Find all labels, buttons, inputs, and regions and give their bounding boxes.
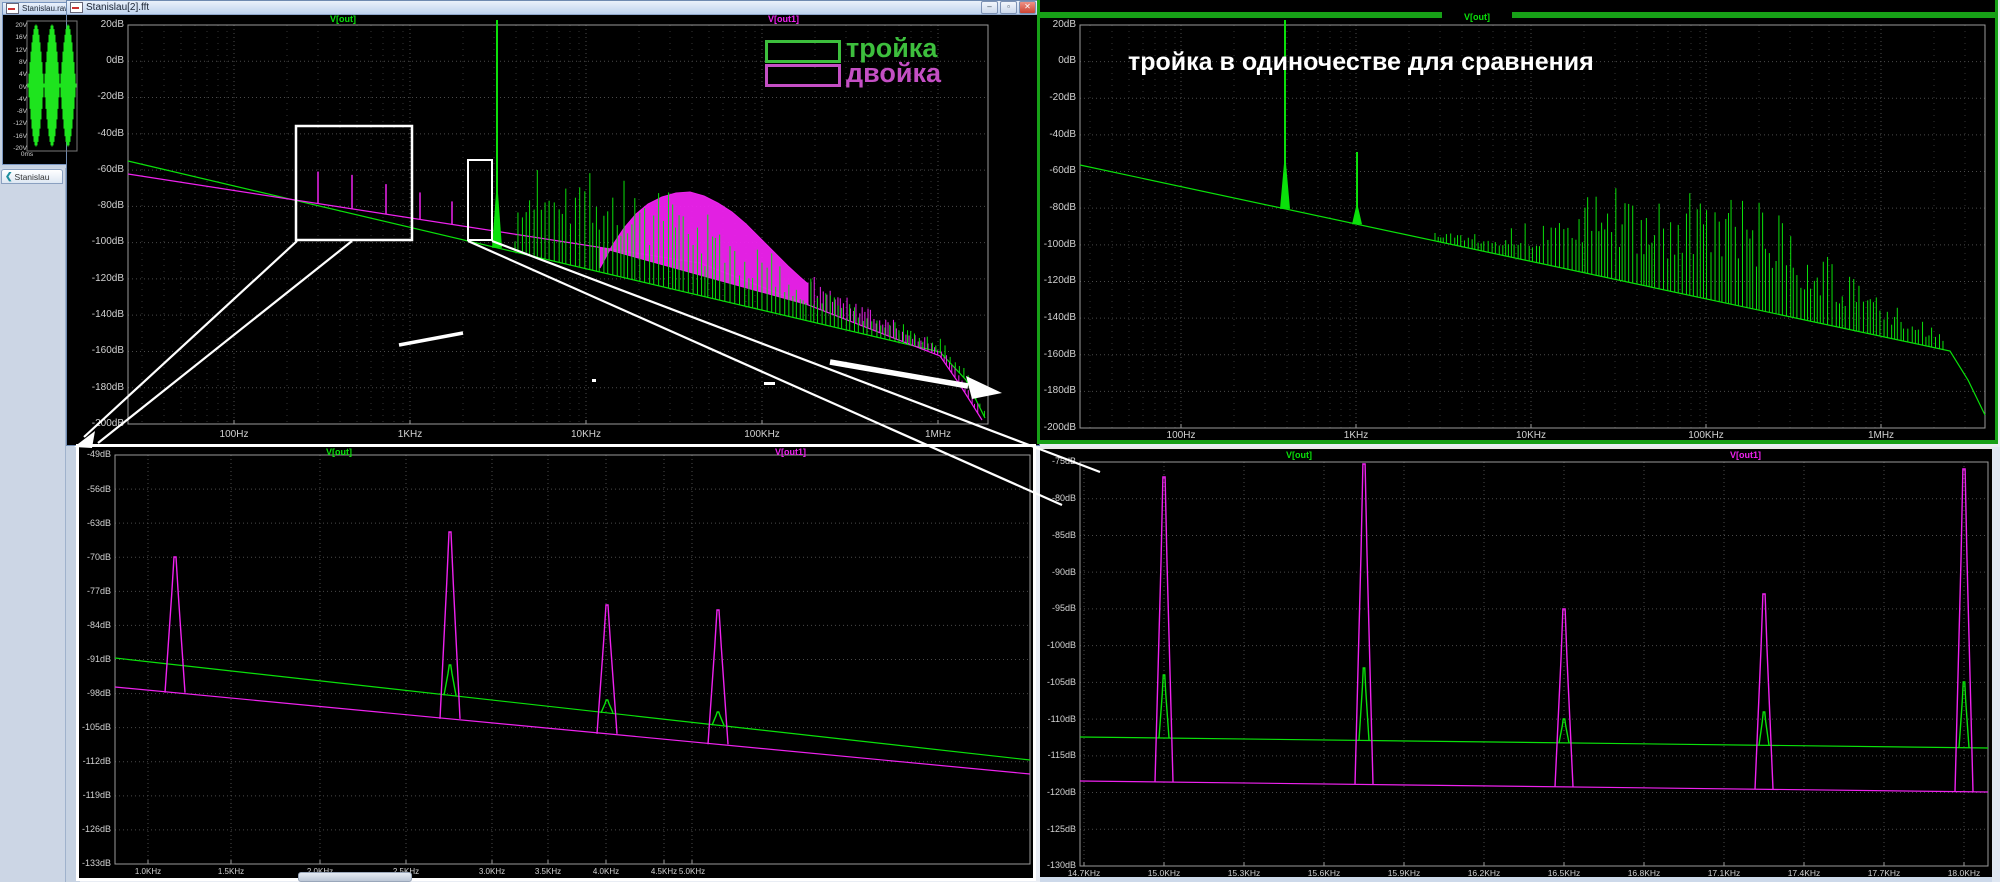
zoom-low-trace1-label: V[out]	[326, 447, 352, 457]
troika-plot-area[interactable]	[1080, 25, 1985, 428]
zoom-low-plot-area[interactable]	[115, 455, 1030, 864]
troika-trace1-label: V[out]	[1464, 12, 1490, 22]
close-button[interactable]: ✕	[1019, 1, 1036, 14]
zoom-low-trace2-label: V[out1]	[775, 447, 806, 457]
waveform-window-title: Stanislau.raw	[22, 4, 71, 13]
chevron-left-icon: ❮	[5, 171, 13, 181]
app-icon	[70, 2, 83, 13]
maximize-button[interactable]: ▫	[1000, 1, 1017, 14]
main-trace2-label: V[out1]	[768, 14, 799, 24]
app-icon	[6, 3, 19, 14]
side-panel-tab[interactable]: ❮ Stanislau	[1, 169, 63, 184]
troika-annotation: тройка в одиночестве для сравнения	[1128, 48, 1594, 76]
minimize-button[interactable]: –	[981, 1, 998, 14]
horizontal-scrollbar-thumb[interactable]	[298, 872, 412, 882]
main-trace1-label: V[out]	[330, 14, 356, 24]
side-panel-tab-label: Stanislau	[14, 171, 50, 182]
fft-window-title: Stanislau[2].fft	[86, 2, 150, 13]
legend-swatch-troika	[765, 40, 841, 63]
legend-swatch-dvoika	[765, 64, 841, 87]
side-panel	[0, 168, 66, 882]
app-screen: ❮ Stanislau Stanislau.raw Stanislau[2].f…	[0, 0, 2000, 882]
fft-window-titlebar[interactable]: Stanislau[2].fft – ▫ ✕	[67, 1, 1039, 15]
zoom-15k-trace2-label: V[out1]	[1730, 450, 1761, 460]
zoom-15k-plot-area[interactable]	[1080, 462, 1988, 866]
bottom-edge-strip	[1040, 877, 2000, 882]
zoom-15k-trace1-label: V[out]	[1286, 450, 1312, 460]
legend-label-dvoika: двойка	[846, 58, 942, 88]
troika-plot-top-band	[1037, 12, 1998, 18]
troika-trace-chip: V[out]	[1442, 7, 1512, 22]
right-edge-strip	[1992, 447, 2000, 882]
